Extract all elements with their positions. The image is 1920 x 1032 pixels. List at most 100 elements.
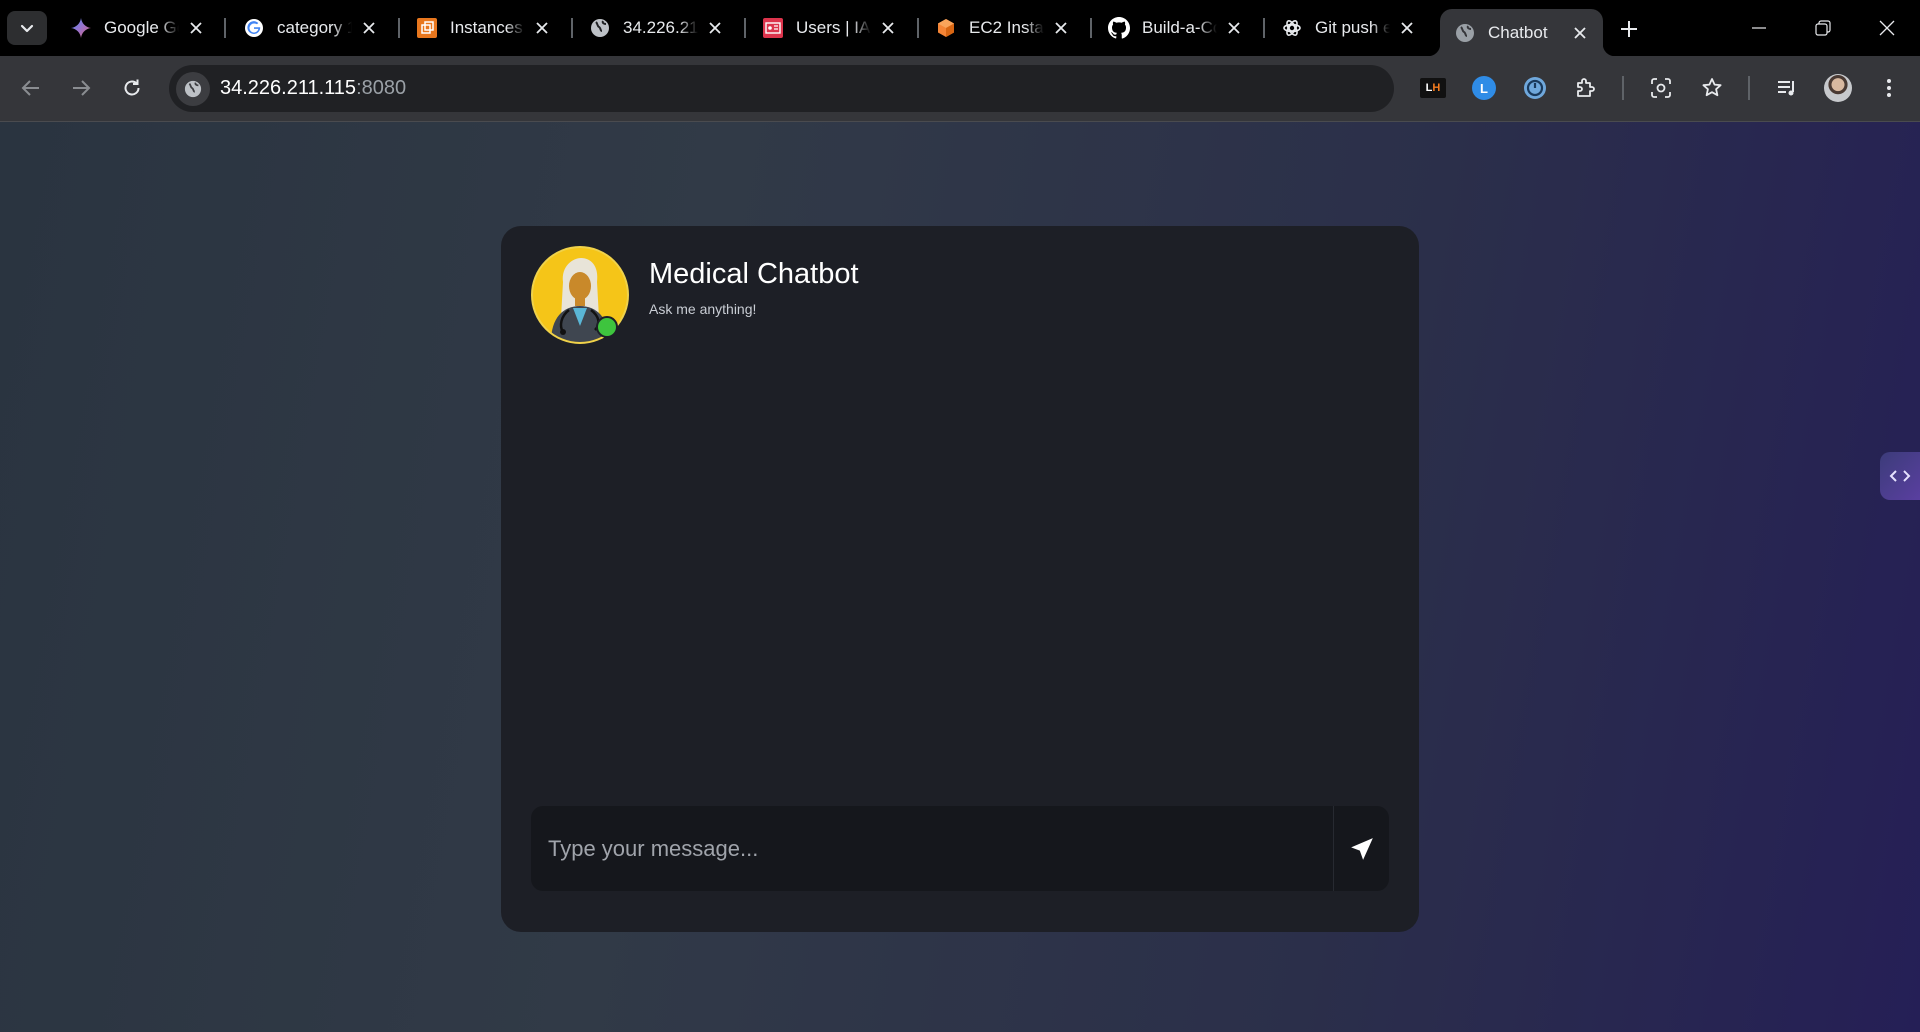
close-icon[interactable] [1396,17,1418,39]
message-list [531,366,1389,786]
new-tab-button[interactable] [1611,11,1647,47]
chat-subtitle: Ask me anything! [649,301,757,317]
ln-extension-label: L [1480,80,1488,96]
minimize-icon [1752,27,1766,29]
close-icon[interactable] [358,17,380,39]
timer-extension-icon [1524,77,1546,99]
gemini-icon [70,17,92,39]
tab-google-search[interactable]: category 1 [229,9,392,47]
tab-title: Chatbot [1488,22,1548,42]
tab-search-button[interactable] [7,11,47,45]
chat-card: Medical Chatbot Ask me anything! [501,226,1419,932]
lens-icon [1651,78,1671,98]
tab-title: Google Gemini [104,18,179,37]
tab-chatgpt[interactable]: Git push error [1267,9,1430,47]
close-window-button[interactable] [1855,0,1919,56]
tab-divider [398,18,400,38]
lighthouse-extension-button[interactable]: LH [1416,71,1450,105]
tab-ip-address[interactable]: 34.226.211.115 [575,9,738,47]
media-controls-button[interactable] [1770,71,1804,105]
plus-icon [1621,21,1637,37]
close-icon[interactable] [1569,22,1591,44]
send-button[interactable] [1333,806,1389,891]
tab-chatbot-active[interactable]: Chatbot [1428,9,1615,56]
tab-strip: Google Gemini category 1 Instances | EC2… [0,0,1920,56]
reload-button[interactable] [114,70,150,106]
chat-title: Medical Chatbot [649,258,859,290]
bookmark-button[interactable] [1695,71,1729,105]
tab-title: Instances | EC2 [450,18,525,37]
tab-divider [744,18,746,38]
star-icon [1702,78,1722,97]
tab-title: 34.226.211.115 [623,18,698,37]
more-vert-icon [1887,79,1891,97]
lighthouse-extension-icon: LH [1420,78,1446,98]
aws-instances-icon [416,17,438,39]
tab-title: Build-a-Complete [1142,18,1217,37]
chat-header: Medical Chatbot Ask me anything! [531,246,859,346]
send-icon [1350,837,1373,860]
tab-iam-users[interactable]: Users | IAM [748,9,911,47]
puzzle-icon [1577,78,1595,97]
restore-icon [1815,20,1831,36]
minimize-button[interactable] [1727,0,1791,56]
github-icon [1108,17,1130,39]
ln-extension-icon: L [1472,76,1496,100]
openai-icon [1281,17,1303,39]
tab-aws-instances[interactable]: Instances | EC2 [402,9,565,47]
back-arrow-icon [21,80,39,96]
bot-avatar [531,246,629,344]
url-text: 34.226.211.115:8080 [220,77,406,100]
message-input[interactable] [531,806,1333,891]
toolbar-divider [1622,76,1624,100]
tab-title: Git push error [1315,18,1390,37]
google-icon [243,17,265,39]
media-queue-icon [1778,81,1794,96]
toolbar-divider [1748,76,1750,100]
restore-button[interactable] [1791,0,1855,56]
globe-icon [184,80,202,97]
tab-title: Users | IAM [796,18,871,37]
close-icon[interactable] [185,17,207,39]
tab-divider [1090,18,1092,38]
browser-toolbar: 34.226.211.115:8080 LH L [0,56,1920,122]
tab-divider [1263,18,1265,38]
url-host: 34.226.211.115 [220,77,357,99]
tab-title: category 1 [277,18,352,37]
close-icon[interactable] [877,17,899,39]
globe-icon [589,17,611,39]
page-viewport: Medical Chatbot Ask me anything! [0,122,1920,1032]
tab-title: EC2 Instance [969,18,1044,37]
extensions-button[interactable] [1569,71,1603,105]
profile-button[interactable] [1821,71,1855,105]
google-lens-button[interactable] [1644,71,1678,105]
side-panel-toggle-button[interactable] [1880,452,1920,500]
tab-divider [917,18,919,38]
close-icon[interactable] [1223,17,1245,39]
close-icon[interactable] [1050,17,1072,39]
globe-icon [1454,22,1476,44]
reload-icon [124,79,140,96]
tab-github[interactable]: Build-a-Complete [1094,9,1257,47]
site-info-button[interactable] [176,71,210,106]
tab-divider [224,18,226,38]
forward-arrow-icon [73,80,91,96]
close-icon[interactable] [704,17,726,39]
iam-users-icon [762,17,784,39]
close-icon[interactable] [531,17,553,39]
tab-ec2-instance[interactable]: EC2 Instance [921,9,1084,47]
address-bar[interactable]: 34.226.211.115:8080 [169,65,1394,112]
close-icon [1879,20,1895,36]
ec2-icon [935,17,957,39]
chrome-menu-button[interactable] [1872,71,1906,105]
ln-extension-button[interactable]: L [1467,71,1501,105]
forward-button[interactable] [63,70,99,106]
code-brackets-icon [1889,470,1911,482]
tab-gemini[interactable]: Google Gemini [56,9,219,47]
avatar [1824,74,1852,102]
back-button[interactable] [13,70,49,106]
timer-extension-button[interactable] [1518,71,1552,105]
url-port: :8080 [356,77,407,99]
online-status-indicator [596,316,618,338]
message-composer [531,806,1389,891]
